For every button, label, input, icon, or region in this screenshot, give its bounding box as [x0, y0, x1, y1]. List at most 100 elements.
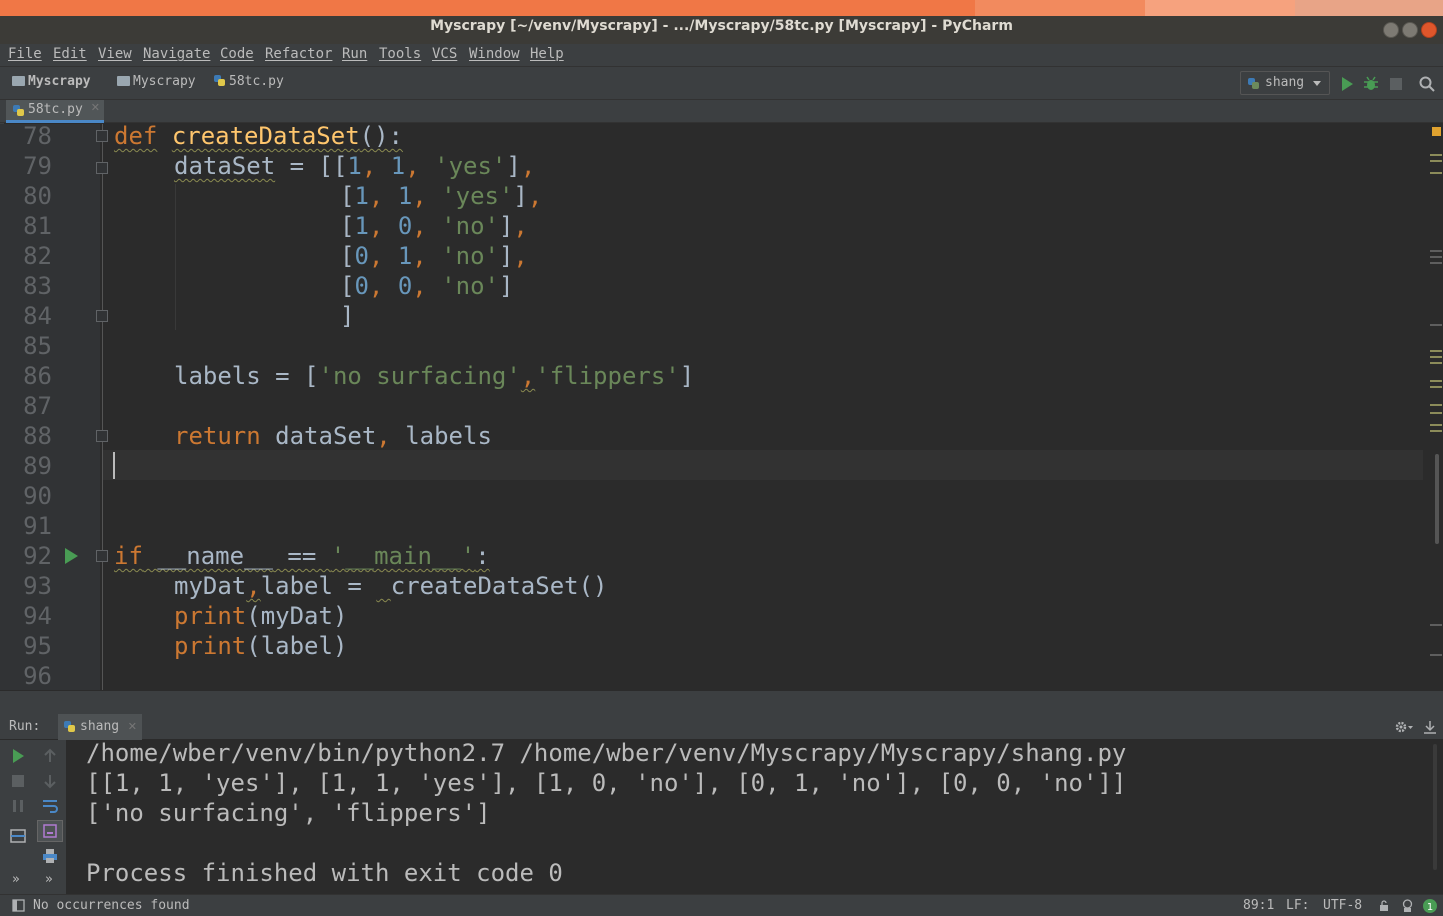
- fold-marker-icon[interactable]: [96, 550, 108, 562]
- file-encoding[interactable]: UTF-8: [1323, 898, 1362, 913]
- debug-icon[interactable]: [1362, 75, 1380, 93]
- run-tool-window-header: Run: shang ✕: [0, 714, 1443, 740]
- line-number: 86: [23, 362, 52, 390]
- menu-navigate[interactable]: Navigate: [143, 46, 210, 62]
- warning-marker[interactable]: [1430, 654, 1442, 656]
- run-configuration-dropdown[interactable]: shang: [1240, 71, 1330, 95]
- warning-marker[interactable]: [1430, 424, 1442, 426]
- warning-marker[interactable]: [1430, 412, 1442, 414]
- minimize-button[interactable]: [1383, 22, 1399, 38]
- menu-edit[interactable]: Edit: [53, 46, 87, 62]
- warning-marker[interactable]: [1430, 350, 1442, 352]
- breadcrumb-file[interactable]: 58tc.py: [213, 74, 284, 89]
- warning-marker[interactable]: [1430, 380, 1442, 382]
- line-number: 95: [23, 632, 52, 660]
- close-tab-icon[interactable]: ✕: [91, 101, 100, 114]
- menu-refactor[interactable]: Refactor: [265, 46, 332, 62]
- warning-marker[interactable]: [1430, 624, 1442, 626]
- stop-icon[interactable]: [9, 772, 27, 790]
- svg-text:1: 1: [1427, 902, 1433, 913]
- layout-icon[interactable]: [9, 827, 27, 845]
- line-number: 87: [23, 392, 52, 420]
- close-tab-icon[interactable]: ✕: [128, 720, 137, 733]
- menu-vcs[interactable]: VCS: [432, 46, 457, 62]
- warning-marker[interactable]: [1430, 356, 1442, 358]
- python-icon: [1248, 78, 1259, 89]
- line-separator[interactable]: LF:: [1286, 898, 1309, 913]
- menu-help[interactable]: Help: [530, 46, 564, 62]
- warning-marker[interactable]: [1430, 160, 1442, 162]
- scroll-to-end-toggle[interactable]: [37, 820, 63, 842]
- editor-tab-58tc[interactable]: 58tc.py ✕: [6, 100, 104, 123]
- warning-marker[interactable]: [1430, 262, 1442, 264]
- line-number: 80: [23, 182, 52, 210]
- console-scrollbar[interactable]: [1433, 744, 1437, 870]
- editor-scrollbar[interactable]: [1435, 454, 1439, 544]
- editor-tab-label: 58tc.py: [28, 102, 83, 117]
- hide-panel-icon[interactable]: [1422, 719, 1438, 735]
- pause-icon[interactable]: [9, 797, 27, 815]
- line-number: 93: [23, 572, 52, 600]
- event-log-icon[interactable]: 1: [1422, 898, 1438, 914]
- arrow-up-icon[interactable]: [41, 747, 59, 765]
- run-icon[interactable]: [1338, 75, 1356, 93]
- line-number: 85: [23, 332, 52, 360]
- code-line-84: ]: [340, 302, 355, 330]
- warning-marker[interactable]: [1430, 404, 1442, 406]
- fold-marker-icon[interactable]: [96, 310, 108, 322]
- warning-marker[interactable]: [1430, 430, 1442, 432]
- stop-icon[interactable]: [1387, 75, 1405, 93]
- menu-code[interactable]: Code: [220, 46, 254, 62]
- gear-icon[interactable]: [1394, 719, 1414, 735]
- menu-window[interactable]: Window: [469, 46, 520, 62]
- code-line-88: return dataSet, labels: [174, 422, 492, 450]
- run-gutter-icon[interactable]: [65, 548, 78, 564]
- window-title: Myscrapy [~/venv/Myscrapy] - .../Myscrap…: [430, 18, 1013, 34]
- error-stripe-bar[interactable]: [1425, 124, 1443, 690]
- warning-marker[interactable]: [1430, 256, 1442, 258]
- maximize-button[interactable]: [1402, 22, 1418, 38]
- fold-marker-icon[interactable]: [96, 430, 108, 442]
- menu-run[interactable]: Run: [342, 46, 367, 62]
- warning-marker[interactable]: [1430, 362, 1442, 364]
- warning-status-icon[interactable]: [1432, 127, 1441, 136]
- more-actions-icon[interactable]: »: [12, 872, 20, 887]
- code-editor[interactable]: 78 79 80 81 82 83 84 85 86 87 88 89 90 9…: [0, 124, 1443, 690]
- code-line-83: [0, 0, 'no']: [340, 272, 514, 300]
- rerun-icon[interactable]: [9, 747, 27, 765]
- line-number: 89: [23, 452, 52, 480]
- fold-marker-icon[interactable]: [96, 162, 108, 174]
- menu-tools[interactable]: Tools: [379, 46, 421, 62]
- menu-file[interactable]: File: [8, 46, 42, 62]
- code-line-80: [1, 1, 'yes'],: [340, 182, 543, 210]
- line-number: 81: [23, 212, 52, 240]
- breadcrumb-project[interactable]: Myscrapy: [12, 74, 91, 89]
- run-tab-shang[interactable]: shang ✕: [58, 714, 142, 740]
- warning-marker[interactable]: [1430, 172, 1442, 174]
- warning-marker[interactable]: [1430, 250, 1442, 252]
- fold-marker-icon[interactable]: [96, 130, 108, 142]
- code-line-78: def createDataSet():: [114, 124, 404, 150]
- warning-marker[interactable]: [1430, 154, 1442, 156]
- indent-guide: [175, 184, 176, 330]
- run-configuration-label: shang: [1265, 75, 1305, 90]
- warning-marker[interactable]: [1430, 324, 1442, 326]
- lock-icon[interactable]: [1378, 899, 1390, 912]
- close-button[interactable]: [1421, 22, 1437, 38]
- panel-splitter[interactable]: [0, 690, 1443, 714]
- soft-wrap-icon[interactable]: [41, 797, 59, 815]
- menu-view[interactable]: View: [98, 46, 132, 62]
- line-number: 92: [23, 542, 52, 570]
- breadcrumb-folder[interactable]: Myscrapy: [117, 74, 196, 89]
- tool-windows-icon[interactable]: [12, 899, 25, 912]
- scroll-to-end-icon: [43, 824, 57, 838]
- search-icon[interactable]: [1418, 75, 1436, 93]
- inspector-icon[interactable]: [1400, 898, 1415, 913]
- more-actions-icon[interactable]: »: [45, 872, 53, 887]
- warning-marker[interactable]: [1430, 386, 1442, 388]
- window-titlebar: Myscrapy [~/venv/Myscrapy] - .../Myscrap…: [0, 0, 1443, 44]
- arrow-down-icon[interactable]: [41, 772, 59, 790]
- run-console[interactable]: /home/wber/venv/bin/python2.7 /home/wber…: [66, 739, 1443, 894]
- print-icon[interactable]: [41, 847, 59, 865]
- caret-position[interactable]: 89:1: [1243, 898, 1274, 913]
